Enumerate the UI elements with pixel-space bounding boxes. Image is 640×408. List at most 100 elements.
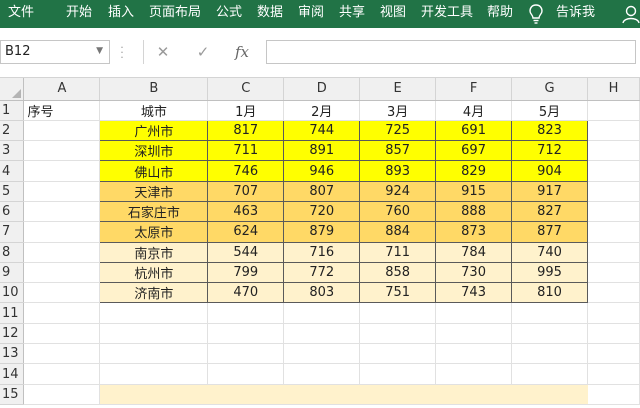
column-header-h[interactable]: H <box>587 78 640 101</box>
cell-b11[interactable] <box>99 302 209 324</box>
cell-f3[interactable]: 697 <box>435 140 513 162</box>
row-header[interactable]: 5 <box>0 181 25 202</box>
cell-b12[interactable] <box>99 323 209 345</box>
cell-f5[interactable]: 915 <box>435 180 513 202</box>
cell-a9[interactable] <box>23 262 101 284</box>
column-header-g[interactable]: G <box>511 78 588 101</box>
row-header[interactable]: 4 <box>0 160 25 182</box>
cell-e8[interactable]: 711 <box>359 241 437 263</box>
cell-d12[interactable] <box>283 323 361 345</box>
row-header[interactable]: 9 <box>0 262 25 284</box>
cell-g8[interactable]: 740 <box>511 241 588 263</box>
cell-f10[interactable]: 743 <box>435 282 513 304</box>
cell-d13[interactable] <box>283 343 361 365</box>
cell-c9[interactable]: 799 <box>207 261 285 284</box>
cell-e13[interactable] <box>359 343 437 365</box>
cell-d9[interactable]: 772 <box>283 261 361 284</box>
cell-h2[interactable] <box>587 120 640 142</box>
cell-f1[interactable]: 4月 <box>435 100 513 121</box>
tell-me-search[interactable]: 告诉我 <box>556 0 595 28</box>
cell-c4[interactable]: 746 <box>207 160 285 182</box>
cell-b14[interactable] <box>99 363 209 385</box>
cell-b4[interactable]: 佛山市 <box>99 160 209 182</box>
column-header-a[interactable]: A <box>23 78 101 101</box>
row-header[interactable]: 13 <box>0 343 25 365</box>
cell-h10[interactable] <box>587 282 640 304</box>
cell-h1[interactable] <box>587 100 640 121</box>
cell-c3[interactable]: 711 <box>207 140 285 162</box>
cell-b15[interactable] <box>99 384 209 405</box>
cell-a4[interactable] <box>23 160 101 182</box>
lightbulb-icon[interactable] <box>528 3 544 25</box>
column-header-d[interactable]: D <box>283 78 361 101</box>
cell-a8[interactable] <box>23 242 101 263</box>
row-header[interactable]: 10 <box>0 282 25 304</box>
cell-h8[interactable] <box>587 242 640 263</box>
cell-e10[interactable]: 751 <box>359 282 437 304</box>
row-header[interactable]: 1 <box>0 100 25 121</box>
cell-g5[interactable]: 917 <box>511 180 588 202</box>
cell-g11[interactable] <box>511 302 588 324</box>
name-box[interactable]: B12 ▼ <box>0 40 110 64</box>
cell-d1[interactable]: 2月 <box>283 100 361 121</box>
cell-c8[interactable]: 544 <box>207 241 285 263</box>
cell-d8[interactable]: 716 <box>283 241 361 263</box>
cell-a6[interactable] <box>23 201 101 223</box>
cell-g3[interactable]: 712 <box>511 140 588 162</box>
cell-c5[interactable]: 707 <box>207 180 285 202</box>
column-header-f[interactable]: F <box>435 78 513 101</box>
cell-f7[interactable]: 873 <box>435 221 513 243</box>
menu-page-layout[interactable]: 页面布局 <box>149 0 201 28</box>
cell-a13[interactable] <box>23 343 101 365</box>
cell-f8[interactable]: 784 <box>435 241 513 263</box>
select-all-corner[interactable] <box>0 78 25 101</box>
cell-d6[interactable]: 720 <box>283 200 361 223</box>
cell-h12[interactable] <box>587 323 640 345</box>
menu-insert[interactable]: 插入 <box>108 0 134 28</box>
cell-a5[interactable] <box>23 181 101 202</box>
cell-d3[interactable]: 891 <box>283 140 361 162</box>
cell-a1[interactable]: 序号 <box>23 100 101 121</box>
cell-e3[interactable]: 857 <box>359 140 437 162</box>
row-header[interactable]: 2 <box>0 120 25 142</box>
menu-review[interactable]: 审阅 <box>298 0 324 28</box>
cell-e4[interactable]: 893 <box>359 160 437 182</box>
cell-g7[interactable]: 877 <box>511 221 588 243</box>
cell-d7[interactable]: 879 <box>283 221 361 243</box>
formula-input[interactable] <box>266 40 636 64</box>
cell-e11[interactable] <box>359 302 437 324</box>
cell-a15[interactable] <box>23 384 101 405</box>
cell-g14[interactable] <box>511 363 588 385</box>
menu-formulas[interactable]: 公式 <box>216 0 242 28</box>
cell-e2[interactable]: 725 <box>359 119 437 142</box>
cell-g13[interactable] <box>511 343 588 365</box>
chevron-down-icon[interactable]: ▼ <box>96 46 103 56</box>
cell-c13[interactable] <box>207 343 285 365</box>
cell-d2[interactable]: 744 <box>283 119 361 142</box>
cell-g6[interactable]: 827 <box>511 200 588 223</box>
cell-c2[interactable]: 817 <box>207 119 285 142</box>
cell-f4[interactable]: 829 <box>435 160 513 182</box>
cell-a12[interactable] <box>23 323 101 345</box>
cell-a7[interactable] <box>23 221 101 243</box>
cell-c15[interactable] <box>207 384 285 405</box>
row-header[interactable]: 3 <box>0 140 25 162</box>
menu-data[interactable]: 数据 <box>257 0 283 28</box>
cell-b7[interactable]: 太原市 <box>99 221 209 243</box>
cell-f15[interactable] <box>435 384 513 405</box>
cell-d4[interactable]: 946 <box>283 160 361 182</box>
drag-handle-icon[interactable]: · · · <box>119 42 125 63</box>
enter-icon[interactable]: ✓ <box>189 40 217 64</box>
row-header[interactable]: 15 <box>0 384 25 405</box>
cell-a10[interactable] <box>23 282 101 304</box>
cell-f2[interactable]: 691 <box>435 119 513 142</box>
row-header[interactable]: 6 <box>0 201 25 223</box>
user-icon[interactable] <box>622 4 640 24</box>
cell-h15[interactable] <box>587 384 640 405</box>
cell-f14[interactable] <box>435 363 513 385</box>
cell-b6[interactable]: 石家庄市 <box>99 200 209 223</box>
cell-a3[interactable] <box>23 140 101 162</box>
cell-e5[interactable]: 924 <box>359 180 437 202</box>
row-header[interactable]: 8 <box>0 242 25 263</box>
cell-a2[interactable] <box>23 120 101 142</box>
